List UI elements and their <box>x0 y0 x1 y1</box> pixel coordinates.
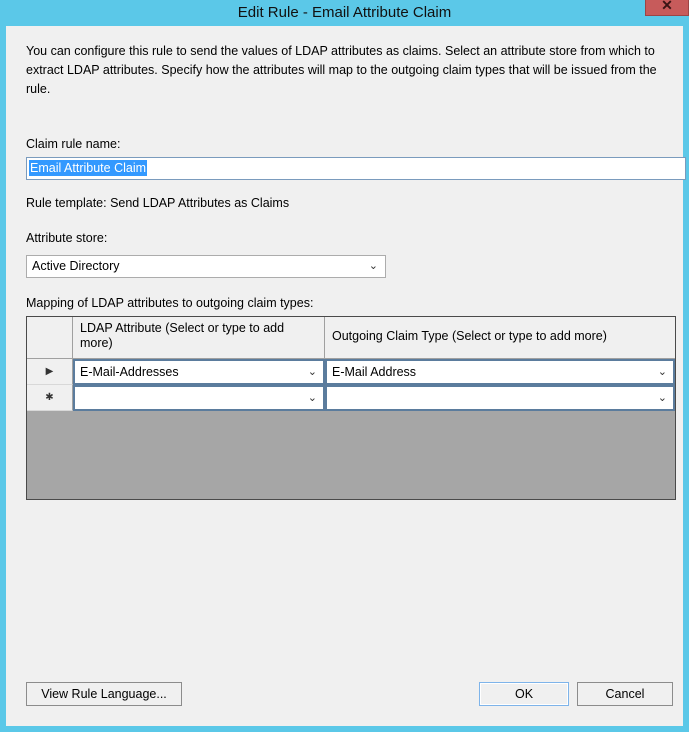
rule-template-text: Rule template: Send LDAP Attributes as C… <box>26 196 290 210</box>
column-header-outgoing-claim-type[interactable]: Outgoing Claim Type (Select or type to a… <box>325 317 675 359</box>
claim-rule-name-input[interactable]: Email Attribute Claim <box>26 157 686 180</box>
title-bar: Edit Rule - Email Attribute Claim ✕ <box>0 0 689 26</box>
claim-rule-name-value-wrap: Email Attribute Claim <box>29 160 148 177</box>
edit-rule-dialog: Edit Rule - Email Attribute Claim ✕ You … <box>0 0 689 732</box>
cell-outgoing-claim-type-0[interactable]: E-Mail Address ⌄ <box>325 359 675 385</box>
attribute-store-label: Attribute store: <box>26 231 108 245</box>
chevron-down-icon: ⌄ <box>657 366 667 378</box>
dialog-title: Edit Rule - Email Attribute Claim <box>237 4 452 21</box>
attribute-store-value: Active Directory <box>32 259 120 273</box>
close-icon: ✕ <box>661 0 673 13</box>
attribute-store-select[interactable]: Active Directory ⌄ <box>26 255 386 278</box>
chevron-down-icon: ⌄ <box>368 260 378 272</box>
cell-outgoing-claim-type-0-value: E-Mail Address <box>332 365 417 379</box>
claim-rule-name-label: Claim rule name: <box>26 137 121 151</box>
view-rule-language-button[interactable]: View Rule Language... <box>26 682 182 706</box>
chevron-down-icon: ⌄ <box>307 366 317 378</box>
dialog-description: You can configure this rule to send the … <box>26 44 657 96</box>
column-header-ldap-attribute[interactable]: LDAP Attribute (Select or type to add mo… <box>73 317 325 359</box>
row-marker-new[interactable]: ✱ <box>27 385 73 411</box>
cell-outgoing-claim-type-1[interactable]: ⌄ <box>325 385 675 411</box>
row-marker-current[interactable]: ▶ <box>27 359 73 385</box>
mapping-grid: LDAP Attribute (Select or type to add mo… <box>26 316 676 500</box>
grid-corner-header <box>27 317 73 359</box>
ok-button[interactable]: OK <box>479 682 569 706</box>
cell-ldap-attribute-1[interactable]: ⌄ <box>73 385 325 411</box>
dialog-client-area: You can configure this rule to send the … <box>6 26 686 726</box>
grid-header-row: LDAP Attribute (Select or type to add mo… <box>27 317 675 359</box>
table-row: ▶ E-Mail-Addresses ⌄ E-Mail Address ⌄ <box>27 359 675 385</box>
chevron-down-icon: ⌄ <box>307 392 317 404</box>
cell-ldap-attribute-0-value: E-Mail-Addresses <box>80 365 179 379</box>
close-button[interactable]: ✕ <box>645 0 689 16</box>
mapping-label: Mapping of LDAP attributes to outgoing c… <box>26 296 314 310</box>
cell-ldap-attribute-0[interactable]: E-Mail-Addresses ⌄ <box>73 359 325 385</box>
cancel-button[interactable]: Cancel <box>577 682 673 706</box>
chevron-down-icon: ⌄ <box>657 392 667 404</box>
table-row: ✱ ⌄ ⌄ <box>27 385 675 411</box>
claim-rule-name-value: Email Attribute Claim <box>29 160 148 176</box>
